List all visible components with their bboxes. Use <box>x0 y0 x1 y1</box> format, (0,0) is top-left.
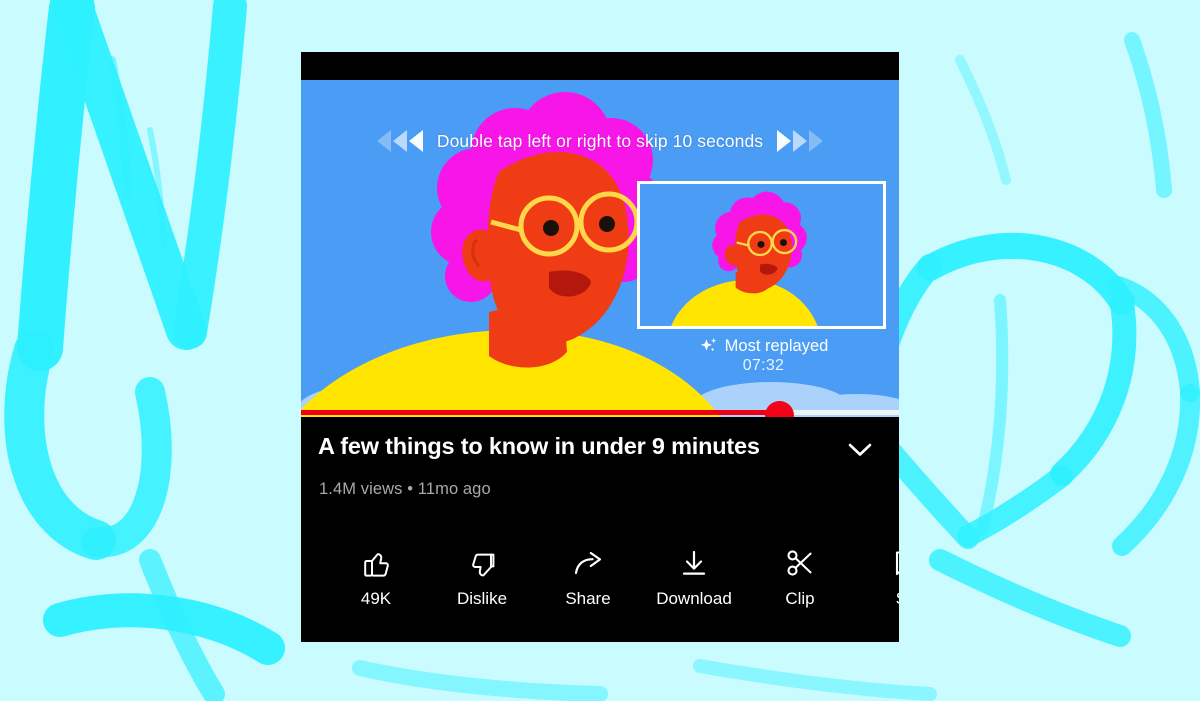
video-action-bar: 49K Dislike Share Download Clip <box>301 540 899 630</box>
download-label: Download <box>656 589 732 608</box>
video-player-surface[interactable]: Double tap left or right to skip 10 seco… <box>301 80 899 435</box>
video-frame-illustration <box>301 80 899 435</box>
download-icon <box>678 548 710 578</box>
video-title: A few things to know in under 9 minutes <box>318 433 760 459</box>
save-label: Sa <box>896 589 899 609</box>
title-row: A few things to know in under 9 minutes <box>301 431 899 467</box>
share-button[interactable]: Share <box>535 540 641 609</box>
video-player-card: Double tap left or right to skip 10 seco… <box>301 52 899 642</box>
download-button[interactable]: Download <box>641 540 747 609</box>
save-bookmark-icon <box>890 548 899 578</box>
thumbs-down-icon <box>466 548 498 578</box>
like-count: 49K <box>360 589 392 608</box>
video-progress-bar[interactable] <box>301 401 899 430</box>
like-button[interactable]: 49K <box>323 540 429 609</box>
player-top-letterbox <box>301 52 899 80</box>
scissors-icon <box>784 548 816 578</box>
share-label: Share <box>565 589 611 608</box>
share-arrow-icon <box>572 548 604 578</box>
video-meta-section: A few things to know in under 9 minutes … <box>301 417 899 499</box>
dislike-label: Dislike <box>456 589 508 608</box>
clip-label: Clip <box>785 589 815 608</box>
clip-button[interactable]: Clip <box>747 540 853 609</box>
progress-fill <box>301 410 780 415</box>
save-button[interactable]: Sa <box>853 540 899 609</box>
dislike-button[interactable]: Dislike <box>429 540 535 609</box>
thumbs-up-icon <box>360 548 392 578</box>
chevron-down-icon <box>848 443 872 456</box>
video-stats: 1.4M views • 11mo ago <box>319 480 491 498</box>
expand-description-button[interactable] <box>838 433 882 467</box>
